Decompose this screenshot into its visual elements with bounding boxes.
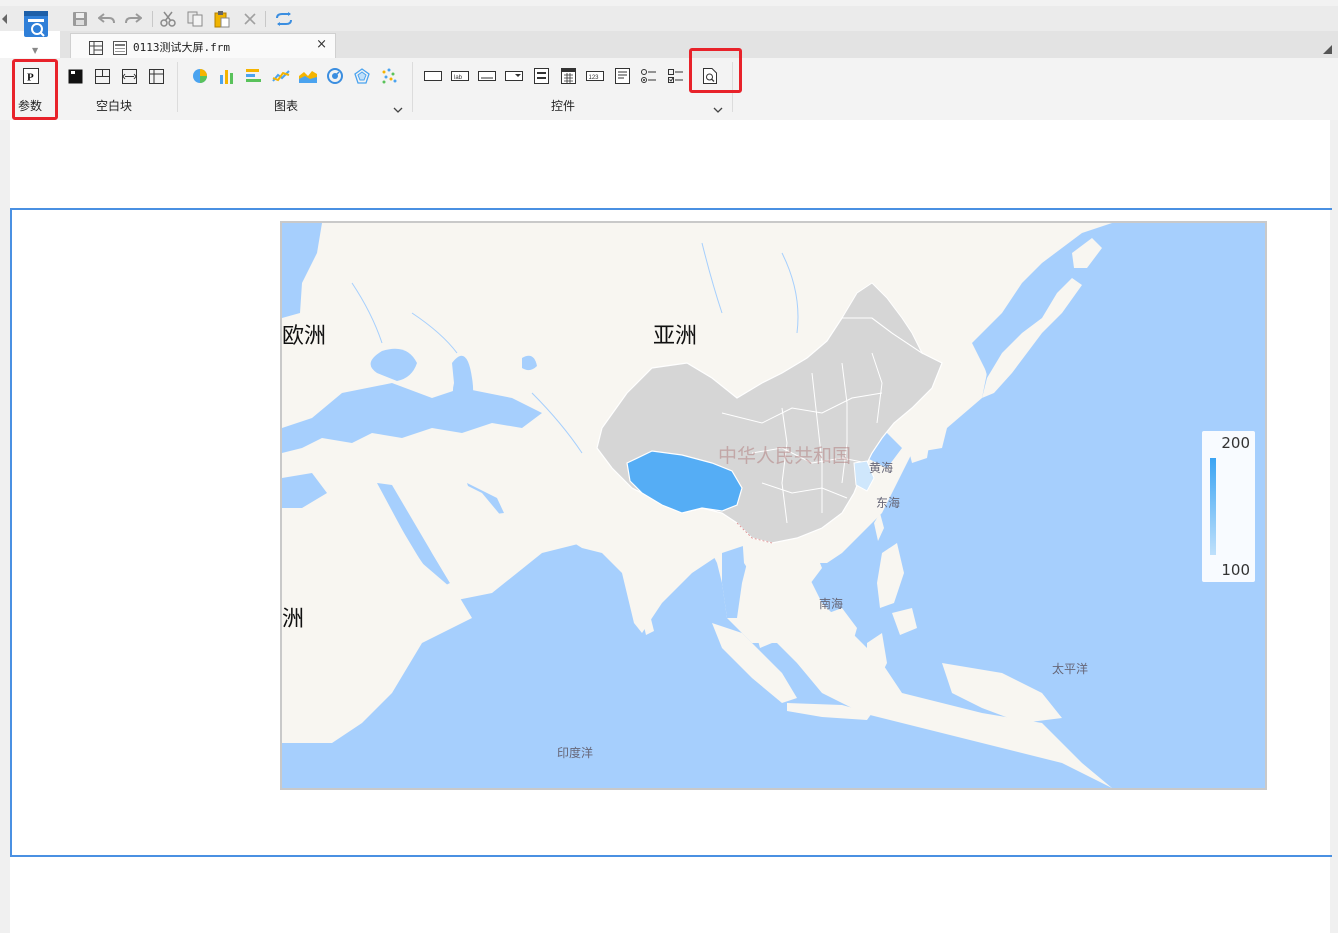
- widget-group-label: 控件: [551, 99, 576, 113]
- collapse-left-icon[interactable]: [2, 14, 7, 24]
- absolute-layout-icon[interactable]: [64, 66, 86, 86]
- tab-title: 0113测试大屏.frm: [133, 41, 230, 54]
- delete-icon[interactable]: [240, 9, 260, 29]
- scatter-chart-icon[interactable]: [378, 66, 400, 86]
- chart-group-label: 图表: [274, 99, 299, 113]
- ribbon-separator: [177, 62, 178, 112]
- radio-group-widget-icon[interactable]: [638, 66, 660, 86]
- gauge-chart-icon[interactable]: [324, 66, 346, 86]
- toolbar-separator: [152, 11, 153, 27]
- button-widget-icon[interactable]: [422, 66, 444, 86]
- china-label: 中华人民共和国: [718, 445, 852, 467]
- save-icon[interactable]: [70, 9, 90, 29]
- ribbon-separator: [412, 62, 413, 112]
- designer-window: ▼ 0113测试大屏.frm × P 参数 空白块 图表 lab 123 控件 …: [0, 0, 1338, 933]
- map-graphic: [282, 223, 1265, 788]
- split-horizontal-icon[interactable]: [91, 66, 113, 86]
- checkbox-group-widget-icon[interactable]: [665, 66, 687, 86]
- list-widget-icon[interactable]: [530, 66, 552, 86]
- cut-icon[interactable]: [158, 9, 178, 29]
- tab-layout-icon[interactable]: [145, 66, 167, 86]
- tab-menu-icon[interactable]: [1323, 39, 1332, 54]
- legend-min-value: 100: [1221, 561, 1250, 579]
- horizontal-bar-chart-icon[interactable]: [243, 66, 265, 86]
- south-sea-label: 南海: [819, 597, 844, 611]
- africa-label: 洲: [282, 607, 305, 632]
- split-vertical-icon[interactable]: [118, 66, 140, 86]
- tab-close-button[interactable]: ×: [316, 37, 327, 52]
- widget-ribbon: P 参数 空白块 图表 lab 123 控件: [0, 58, 1338, 120]
- toolbar-separator: [265, 11, 266, 27]
- app-logo-icon[interactable]: [22, 10, 50, 44]
- label-widget-icon[interactable]: lab: [449, 66, 471, 86]
- redo-icon[interactable]: [123, 9, 143, 29]
- logo-menu-caret-icon[interactable]: ▼: [32, 46, 38, 55]
- tab-0113-dashboard[interactable]: 0113测试大屏.frm ×: [70, 33, 336, 58]
- visual-map-legend[interactable]: 200 100: [1202, 431, 1255, 582]
- svg-text:lab: lab: [454, 75, 463, 81]
- blank-block-group-label: 空白块: [96, 99, 133, 113]
- form-file-icon: [113, 40, 127, 59]
- refresh-icon[interactable]: [274, 9, 294, 29]
- yellow-sea-label: 黄海: [869, 461, 894, 475]
- europe-label: 欧洲: [282, 324, 327, 349]
- layout-grid-icon[interactable]: [89, 40, 103, 59]
- svg-text:123: 123: [589, 75, 600, 81]
- left-panel-rail[interactable]: [0, 120, 10, 933]
- dropdown-widget-icon[interactable]: [503, 66, 525, 86]
- east-sea-label: 东海: [876, 496, 901, 510]
- undo-icon[interactable]: [97, 9, 117, 29]
- paste-icon[interactable]: [212, 9, 232, 29]
- map-chart-widget[interactable]: 欧洲 亚洲 洲 中华人民共和国 黄海 东海 南海 太平洋 印度洋 200 100: [280, 221, 1267, 790]
- chart-group-expand-icon[interactable]: [393, 100, 403, 113]
- pacific-label: 太平洋: [1052, 662, 1089, 676]
- number-widget-icon[interactable]: 123: [584, 66, 606, 86]
- indian-ocean-label: 印度洋: [557, 746, 594, 760]
- widget-group-expand-icon[interactable]: [713, 100, 723, 113]
- area-chart-icon[interactable]: [297, 66, 319, 86]
- query-button-highlight-box: [689, 48, 742, 93]
- legend-max-value: 200: [1221, 434, 1250, 452]
- pie-chart-icon[interactable]: [189, 66, 211, 86]
- bar-chart-icon[interactable]: [216, 66, 238, 86]
- legend-gradient-bar[interactable]: [1210, 458, 1216, 555]
- text-widget-icon[interactable]: [476, 66, 498, 86]
- asia-label: 亚洲: [653, 324, 698, 349]
- param-highlight-box: [12, 59, 58, 120]
- textarea-widget-icon[interactable]: [611, 66, 633, 86]
- radar-chart-icon[interactable]: [351, 66, 373, 86]
- line-chart-icon[interactable]: [270, 66, 292, 86]
- copy-icon[interactable]: [185, 9, 205, 29]
- date-widget-icon[interactable]: [557, 66, 579, 86]
